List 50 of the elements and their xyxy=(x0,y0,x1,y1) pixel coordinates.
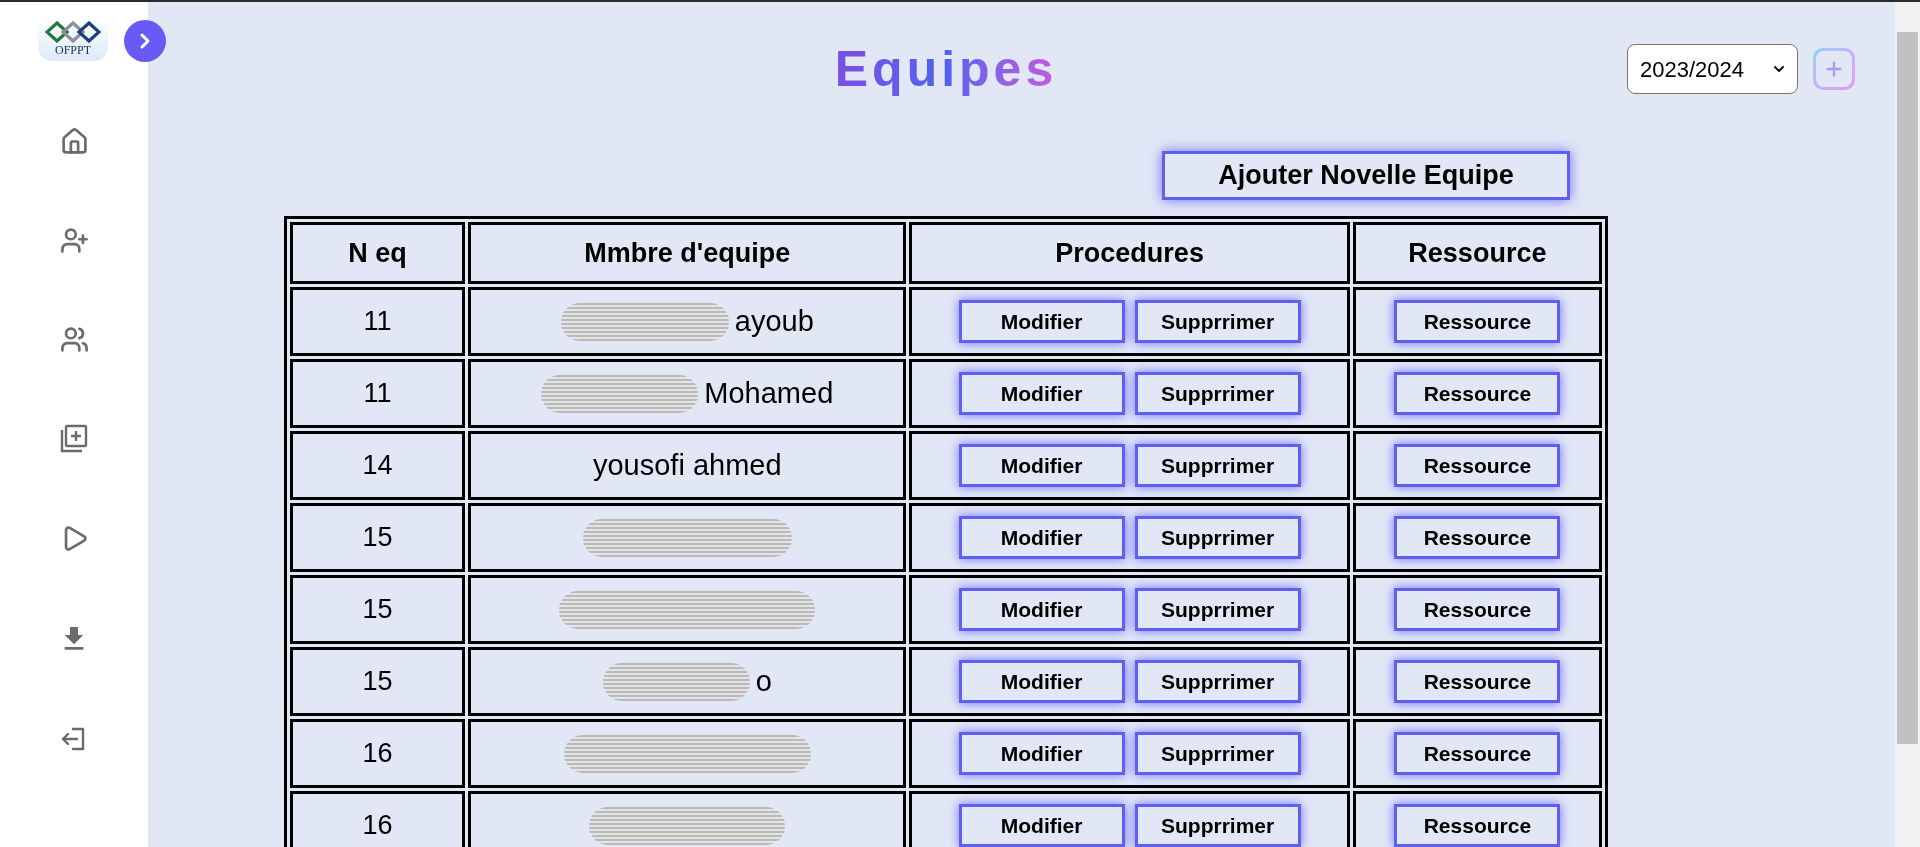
delete-button[interactable]: Supprrimer xyxy=(1134,804,1301,847)
team-number-cell: 16 xyxy=(290,719,466,788)
users-icon[interactable] xyxy=(59,325,89,354)
column-header: Procedures xyxy=(909,222,1350,284)
resource-button[interactable]: Ressource xyxy=(1394,732,1561,775)
resource-button[interactable]: Ressource xyxy=(1394,804,1561,847)
add-to-stack-icon[interactable] xyxy=(60,424,88,454)
member-name: o xyxy=(755,663,772,699)
year-select[interactable]: 2023/2024 xyxy=(1627,44,1798,94)
resource-button[interactable]: Ressource xyxy=(1394,444,1561,487)
sidebar-toggle-button[interactable] xyxy=(124,20,166,62)
logo-text: OFPPT xyxy=(55,43,91,57)
team-number-cell: 16 xyxy=(290,791,466,847)
diamonds-icon xyxy=(45,21,101,43)
resource-button[interactable]: Ressource xyxy=(1394,372,1561,415)
delete-button[interactable]: Supprrimer xyxy=(1134,372,1301,415)
edit-button[interactable]: Modifier xyxy=(958,516,1125,559)
resource-button[interactable]: Ressource xyxy=(1394,588,1561,631)
team-number-cell: 15 xyxy=(290,575,466,644)
edit-button[interactable]: Modifier xyxy=(958,804,1125,847)
team-number-cell: 11 xyxy=(290,359,466,428)
home-icon[interactable] xyxy=(59,127,89,156)
resource-button[interactable]: Ressource xyxy=(1394,660,1561,703)
user-plus-icon[interactable] xyxy=(59,226,89,255)
delete-button[interactable]: Supprrimer xyxy=(1134,300,1301,343)
member-name: yousofi ahmed xyxy=(592,447,782,483)
delete-button[interactable]: Supprrimer xyxy=(1134,588,1301,631)
column-header: Mmbre d'equipe xyxy=(468,222,907,284)
edit-button[interactable]: Modifier xyxy=(958,588,1125,631)
member-name: Mohamed xyxy=(704,375,834,411)
resource-button[interactable]: Ressource xyxy=(1394,516,1561,559)
team-number-cell: 15 xyxy=(290,647,466,716)
delete-button[interactable]: Supprrimer xyxy=(1134,660,1301,703)
resource-button[interactable]: Ressource xyxy=(1394,300,1561,343)
team-number-cell: 15 xyxy=(290,503,466,572)
member-name: ayoub xyxy=(734,303,814,339)
edit-button[interactable]: Modifier xyxy=(958,444,1125,487)
delete-button[interactable]: Supprrimer xyxy=(1134,732,1301,775)
column-header: Ressource xyxy=(1352,222,1602,284)
edit-button[interactable]: Modifier xyxy=(958,732,1125,775)
team-number-cell: 14 xyxy=(290,431,466,500)
column-header: N eq xyxy=(290,222,466,284)
delete-button[interactable]: Supprrimer xyxy=(1134,516,1301,559)
add-team-button[interactable]: Ajouter Novelle Equipe xyxy=(1162,151,1570,200)
edit-button[interactable]: Modifier xyxy=(958,300,1125,343)
edit-button[interactable]: Modifier xyxy=(958,372,1125,415)
delete-button[interactable]: Supprrimer xyxy=(1134,444,1301,487)
edit-button[interactable]: Modifier xyxy=(958,660,1125,703)
scrollbar-thumb[interactable] xyxy=(1897,32,1918,744)
team-number-cell: 11 xyxy=(290,287,466,356)
